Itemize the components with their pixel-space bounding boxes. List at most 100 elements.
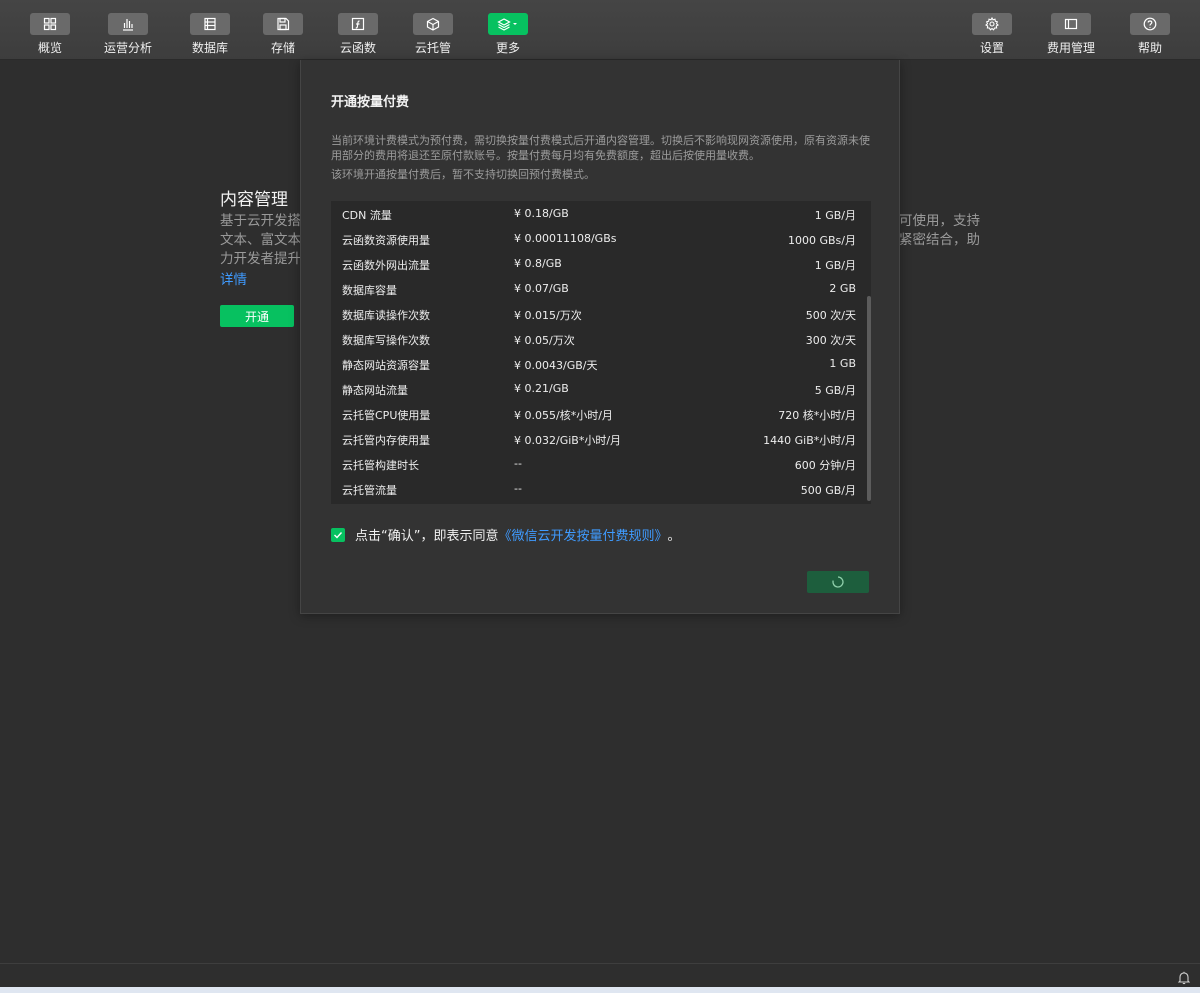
free-quota: 1000 GBs/月 <box>788 234 856 247</box>
cube-icon <box>413 13 453 35</box>
top-toolbar: 概览 运营分析 数据库 存储 云函数 云托管 更多 设置 费用管理 帮助 <box>0 0 1200 60</box>
toolbar-label: 存储 <box>270 41 295 55</box>
toolbar-label: 云托管 <box>414 41 451 55</box>
agreement-row: 点击“确认”，即表示同意 《微信云开发按量付费规则》 。 <box>331 525 681 544</box>
resource-name: 云托管流量 <box>342 484 397 497</box>
table-row: 静态网站流量 ¥ 0.21/GB 5 GB/月 <box>331 376 866 401</box>
unit-price: ¥ 0.05/万次 <box>514 334 575 347</box>
agree-text: 点击“确认”，即表示同意 <box>355 529 499 544</box>
unit-price: ¥ 0.8/GB <box>514 257 562 270</box>
table-row: 静态网站资源容量 ¥ 0.0043/GB/天 1 GB <box>331 351 866 376</box>
resource-name: 云函数资源使用量 <box>342 234 430 247</box>
free-quota: 500 次/天 <box>805 309 856 322</box>
table-row: 云函数资源使用量 ¥ 0.00011108/GBs 1000 GBs/月 <box>331 226 866 251</box>
table-row: 云托管内存使用量 ¥ 0.032/GiB*小时/月 1440 GiB*小时/月 <box>331 426 866 451</box>
enable-pay-as-you-go-modal: 开通按量付费 当前环境计费模式为预付费，需切换按量付费模式后开通内容管理。切换后… <box>300 60 900 614</box>
unit-price: ¥ 0.0043/GB/天 <box>514 359 598 372</box>
page-description-right: 可使用，支持 紧密结合，助 <box>898 212 980 250</box>
toolbar-storage[interactable]: 存储 <box>263 0 303 60</box>
agree-checkbox[interactable] <box>331 527 345 542</box>
confirm-button[interactable] <box>807 571 869 593</box>
resource-name: 云函数外网出流量 <box>342 259 430 272</box>
modal-title: 开通按量付费 <box>331 95 410 110</box>
free-quota: 600 分钟/月 <box>794 459 856 472</box>
check-icon <box>334 531 343 539</box>
toolbar-functions[interactable]: 云函数 <box>338 0 378 60</box>
billing-rules-link[interactable]: 《微信云开发按量付费规则》 <box>498 525 667 544</box>
toolbar-label: 帮助 <box>1137 41 1162 55</box>
table-row: 云托管流量 -- 500 GB/月 <box>331 476 866 501</box>
unit-price: ¥ 0.032/GiB*小时/月 <box>514 434 622 447</box>
open-button[interactable]: 开通 <box>220 305 294 327</box>
desc-line: 力开发者提升 <box>220 251 301 267</box>
detail-link[interactable]: 详情 <box>220 268 247 288</box>
modal-note-warning: 该环境开通按量付费后，暂不支持切换回预付费模式。 <box>331 168 595 181</box>
resource-name: 云托管构建时长 <box>342 459 419 472</box>
desc-line: 紧密结合，助 <box>899 232 980 248</box>
pricing-table[interactable]: 云托管流量 -- 500 GB/月 云托管构建时长 -- 600 分钟/月 云托管内存使用量… <box>331 201 871 504</box>
toolbar-more[interactable]: 更多 <box>488 0 528 60</box>
unit-price: ¥ 0.015/万次 <box>514 309 582 322</box>
resource-name: 云托管CPU使用量 <box>342 409 431 422</box>
unit-price: -- <box>514 482 522 495</box>
desc-line: 文本、富文本 <box>220 232 301 248</box>
resource-name: 静态网站资源容量 <box>342 359 430 372</box>
page-description-left: 基于云开发搭 文本、富文本 力开发者提升 <box>220 212 302 269</box>
unit-price: ¥ 0.21/GB <box>514 382 569 395</box>
bar-chart-icon <box>108 13 148 35</box>
toolbar-label: 更多 <box>495 41 520 55</box>
free-quota: 1 GB <box>829 357 856 370</box>
desc-line: 可使用，支持 <box>899 213 980 229</box>
function-icon <box>338 13 378 35</box>
toolbar-database[interactable]: 数据库 <box>190 0 230 60</box>
storage-icon <box>263 13 303 35</box>
unit-price: ¥ 0.18/GB <box>514 207 569 220</box>
toolbar-analytics[interactable]: 运营分析 <box>104 0 152 60</box>
table-row: 云托管构建时长 -- 600 分钟/月 <box>331 451 866 476</box>
resource-name: CDN 流量 <box>342 209 392 222</box>
table-row: 数据库读操作次数 ¥ 0.015/万次 500 次/天 <box>331 301 866 326</box>
table-row: 数据库写操作次数 ¥ 0.05/万次 300 次/天 <box>331 326 866 351</box>
resource-name: 云托管内存使用量 <box>342 434 430 447</box>
toolbar-label: 云函数 <box>339 41 376 55</box>
toolbar-billing[interactable]: 费用管理 <box>1047 0 1095 60</box>
resource-name: 数据库容量 <box>342 284 397 297</box>
table-row: CDN 流量 ¥ 0.18/GB 1 GB/月 <box>331 201 866 226</box>
free-quota: 1 GB/月 <box>814 259 856 272</box>
free-quota: 720 核*小时/月 <box>778 409 856 422</box>
free-quota: 5 GB/月 <box>814 384 856 397</box>
desc-line: 基于云开发搭 <box>220 213 301 229</box>
table-scrollbar[interactable] <box>867 296 871 501</box>
table-row: 数据库容量 ¥ 0.07/GB 2 GB <box>331 276 866 301</box>
unit-price: -- <box>514 457 522 470</box>
database-icon <box>190 13 230 35</box>
free-quota: 1440 GiB*小时/月 <box>763 434 856 447</box>
loading-spinner-icon <box>832 576 844 588</box>
toolbar-label: 数据库 <box>191 41 228 55</box>
toolbar-overview[interactable]: 概览 <box>30 0 70 60</box>
bottom-strip <box>0 987 1200 993</box>
free-quota: 1 GB/月 <box>814 209 856 222</box>
toolbar-cloudrun[interactable]: 云托管 <box>413 0 453 60</box>
free-quota: 2 GB <box>829 282 856 295</box>
toolbar-label: 运营分析 <box>104 41 153 55</box>
resource-name: 数据库读操作次数 <box>342 309 430 322</box>
layers-icon <box>488 13 528 35</box>
grid-icon <box>30 13 70 35</box>
table-row: 云函数外网出流量 ¥ 0.8/GB 1 GB/月 <box>331 251 866 276</box>
help-icon <box>1130 13 1170 35</box>
free-quota: 300 次/天 <box>805 334 856 347</box>
agree-end: 。 <box>667 529 681 544</box>
free-quota: 500 GB/月 <box>800 484 856 497</box>
billing-icon <box>1051 13 1091 35</box>
modal-note-text: 当前环境计费模式为预付费，需切换按量付费模式后开通内容管理。切换后不影响现网资源… <box>331 134 870 162</box>
toolbar-settings[interactable]: 设置 <box>972 0 1012 60</box>
toolbar-help[interactable]: 帮助 <box>1130 0 1170 60</box>
toolbar-label: 费用管理 <box>1047 41 1096 55</box>
unit-price: ¥ 0.07/GB <box>514 282 569 295</box>
gear-icon <box>972 13 1012 35</box>
unit-price: ¥ 0.00011108/GBs <box>514 232 617 245</box>
toolbar-label: 设置 <box>979 41 1004 55</box>
resource-name: 静态网站流量 <box>342 384 408 397</box>
unit-price: ¥ 0.055/核*小时/月 <box>514 409 613 422</box>
